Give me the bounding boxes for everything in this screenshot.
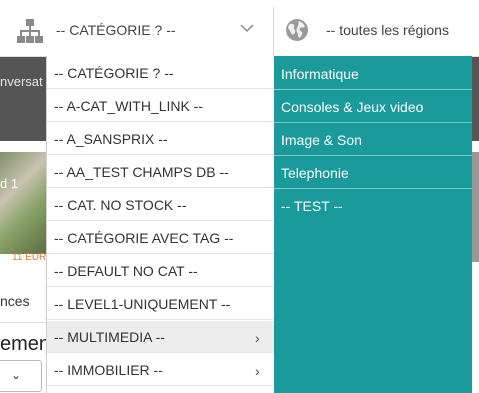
dropdown-item-label: -- IMMOBILIER -- <box>54 362 163 378</box>
listing-price: 11 EUR <box>12 252 47 263</box>
listing-photo-right[interactable] <box>472 152 479 262</box>
section-heading: emen <box>0 333 51 355</box>
dropdown-item-label: -- CATÉGORIE AVEC TAG -- <box>54 230 234 246</box>
hero-band-text: nversat <box>0 74 43 89</box>
dropdown-item-label: -- CAT. NO STOCK -- <box>54 197 187 213</box>
category-select-label: -- CATÉGORIE ? -- <box>56 22 176 38</box>
dropdown-item-label: -- LEVEL1-UNIQUEMENT -- <box>54 296 231 312</box>
dropdown-item-label: -- DEFAULT NO CAT -- <box>54 263 198 279</box>
submenu-item-label: Image & Son <box>281 132 362 148</box>
chevron-down-icon: ⌄ <box>11 368 22 382</box>
submenu-item-label: -- TEST -- <box>281 198 343 214</box>
chevron-down-icon <box>240 24 254 33</box>
dropdown-item[interactable]: -- LEVEL1-UNIQUEMENT -- <box>47 288 274 320</box>
dropdown-item[interactable]: -- CATÉGORIE AVEC TAG -- <box>47 222 274 254</box>
dropdown-item-label: -- A-CAT_WITH_LINK -- <box>54 98 204 114</box>
dropdown-item[interactable]: -- A_SANSPRIX -- <box>47 123 274 155</box>
dropdown-item[interactable]: -- CATÉGORIE ? -- <box>47 57 274 89</box>
submenu-item[interactable]: Image & Son <box>274 123 472 156</box>
submenu-item[interactable]: Telephonie <box>274 156 472 189</box>
chevron-right-icon: › <box>255 363 260 379</box>
tab-annonces[interactable]: nces <box>0 293 30 309</box>
submenu-item-label: Telephonie <box>281 165 349 181</box>
submenu-item[interactable]: Consoles & Jeux video <box>274 90 472 123</box>
dropdown-item-multimedia[interactable]: -- MULTIMEDIA -- › <box>47 321 274 353</box>
sort-select[interactable]: ⌄ <box>0 360 42 392</box>
submenu-item[interactable]: -- TEST -- <box>274 189 472 222</box>
dropdown-item-immobilier[interactable]: -- IMMOBILIER -- › <box>47 354 274 386</box>
submenu-item-label: Consoles & Jeux video <box>281 99 424 115</box>
dropdown-item-label: -- CATÉGORIE ? -- <box>54 65 174 81</box>
listing-photo-label: d 1 <box>0 176 19 191</box>
region-select-label: -- toutes les régions <box>326 22 449 38</box>
dropdown-item[interactable]: -- A-CAT_WITH_LINK -- <box>47 90 274 122</box>
category-dropdown: -- CATÉGORIE ? -- -- A-CAT_WITH_LINK -- … <box>46 56 275 393</box>
subcategory-menu: Informatique Consoles & Jeux video Image… <box>274 56 472 393</box>
listing-photo[interactable]: d 1 <box>0 152 46 254</box>
dropdown-item[interactable]: -- CAT. NO STOCK -- <box>47 189 274 221</box>
dropdown-item-label: -- A_SANSPRIX -- <box>54 131 168 147</box>
chevron-right-icon: › <box>255 330 260 346</box>
globe-icon <box>286 19 308 41</box>
dropdown-item[interactable]: -- AA_TEST CHAMPS DB -- <box>47 156 274 188</box>
divider <box>0 322 46 323</box>
dropdown-item[interactable]: -- DEFAULT NO CAT -- <box>47 255 274 287</box>
category-select[interactable]: -- CATÉGORIE ? -- <box>0 7 272 55</box>
submenu-item[interactable]: Informatique <box>274 57 472 90</box>
dropdown-item-label: -- AA_TEST CHAMPS DB -- <box>54 164 229 180</box>
sitemap-icon <box>17 19 43 43</box>
dropdown-item-label: -- MULTIMEDIA -- <box>54 329 165 345</box>
submenu-item-label: Informatique <box>281 66 359 82</box>
region-select[interactable]: -- toutes les régions <box>274 7 479 55</box>
